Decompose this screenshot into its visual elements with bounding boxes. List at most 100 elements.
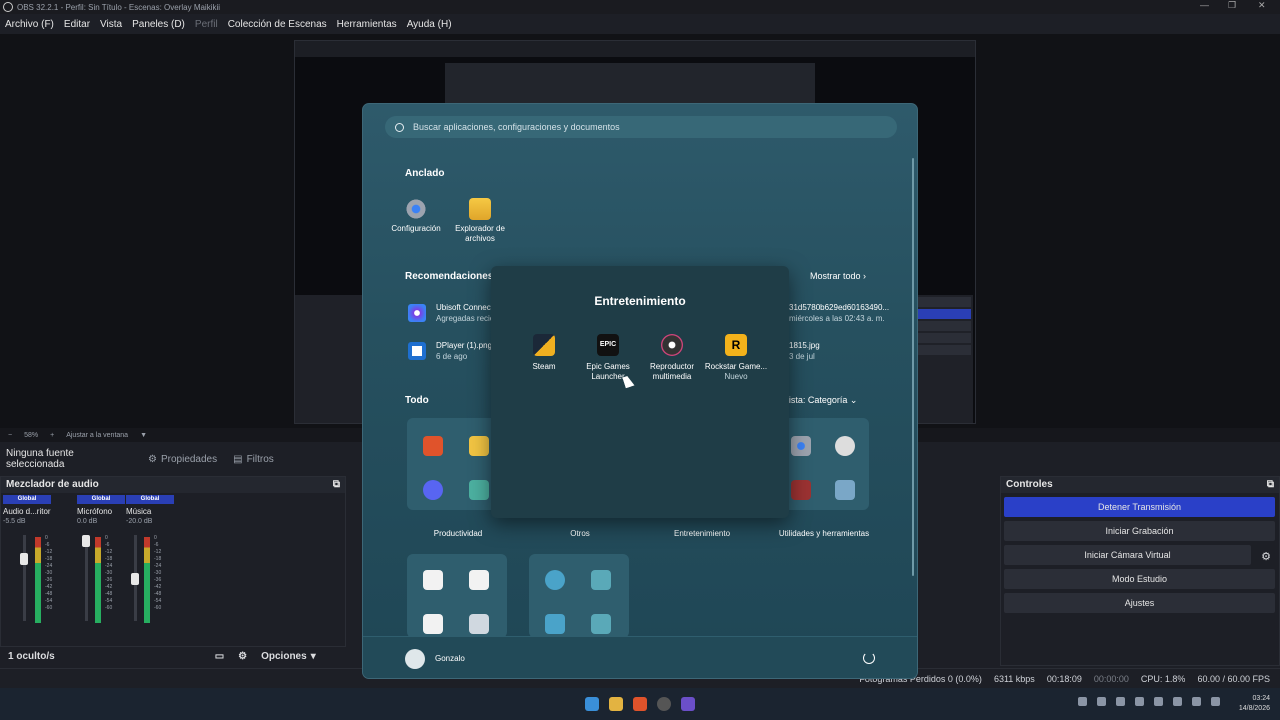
folder-title[interactable]: Entretenimiento	[491, 294, 789, 308]
brave-icon[interactable]	[633, 697, 647, 711]
all-title: Todo	[405, 395, 429, 406]
close-icon[interactable]: ✕	[1258, 0, 1266, 11]
recommended-item[interactable]: 1815.jpg 3 de jul	[789, 340, 820, 362]
volume-icon[interactable]	[1211, 697, 1220, 706]
studio-mode-button[interactable]: Modo Estudio	[1004, 569, 1275, 589]
menu-archivo[interactable]: Archivo (F)	[0, 19, 59, 30]
scale-tick: -60	[105, 605, 113, 611]
fit-window-label[interactable]: Ajustar a la ventana	[66, 432, 128, 439]
properties-button[interactable]: ⚙ Propiedades	[140, 454, 225, 465]
menu-editar[interactable]: Editar	[59, 19, 95, 30]
volume-slider[interactable]	[82, 535, 90, 621]
scale-tick: -6	[105, 542, 110, 548]
chevron-down-icon[interactable]: ▾	[311, 651, 316, 662]
volume-knob[interactable]	[20, 553, 28, 565]
scale-tick: 0	[45, 535, 48, 541]
app-icon[interactable]	[681, 697, 695, 711]
channel-name[interactable]: Música	[126, 507, 174, 516]
app-label: Steam	[532, 362, 556, 371]
zoom-out-icon[interactable]: −	[8, 432, 12, 439]
stream-time: 00:18:09	[1046, 673, 1082, 684]
mixer-title: Mezclador de audio	[6, 479, 99, 490]
category-group-java[interactable]	[407, 554, 507, 638]
chevron-down-icon[interactable]: ▼	[140, 432, 147, 439]
menu-vista[interactable]: Vista	[95, 19, 127, 30]
search-input[interactable]: Buscar aplicaciones, configuraciones y d…	[385, 116, 897, 138]
gear-icon[interactable]: ⚙	[1261, 550, 1271, 563]
app-rockstar[interactable]: R Rockstar Game... Nuevo	[703, 334, 769, 382]
recommended-title: Recomendaciones	[405, 271, 494, 282]
minimize-icon[interactable]: —	[1200, 0, 1209, 10]
mixer-footer: 1 oculto/s ▭ ⚙ Opciones ▾	[0, 646, 346, 666]
app-steam[interactable]: Steam	[511, 334, 577, 372]
scale-tick: -12	[154, 549, 162, 555]
options-button[interactable]: Opciones	[261, 651, 307, 662]
avatar[interactable]	[405, 649, 425, 669]
tray-icon[interactable]	[1154, 697, 1163, 706]
volume-knob[interactable]	[131, 573, 139, 585]
obs-logo-icon	[3, 2, 13, 12]
maximize-icon[interactable]: ❐	[1228, 0, 1236, 11]
pinned-app-settings[interactable]: Configuración	[381, 198, 451, 234]
gear-icon[interactable]: ⚙	[238, 651, 247, 662]
show-all-button[interactable]: Mostrar todo ›	[810, 271, 866, 281]
menu-herramientas[interactable]: Herramientas	[332, 19, 402, 30]
obs-icon[interactable]	[657, 697, 671, 711]
power-icon[interactable]	[863, 652, 875, 664]
wifi-icon[interactable]	[1192, 697, 1201, 706]
zoom-in-icon[interactable]: +	[50, 432, 54, 439]
undock-icon[interactable]: ⧉	[1267, 479, 1274, 491]
menu-paneles[interactable]: Paneles (D)	[127, 19, 190, 30]
channel-scope: Global	[77, 495, 125, 504]
view-by-dropdown[interactable]: Vista: Categoría ⌄	[783, 395, 857, 406]
volume-knob[interactable]	[82, 535, 90, 547]
scrollbar[interactable]	[912, 158, 914, 576]
tray-icon[interactable]	[1078, 697, 1087, 706]
tray-icon[interactable]	[1135, 697, 1144, 706]
magnifier-icon	[591, 570, 611, 590]
scale-tick: -18	[154, 556, 162, 562]
filters-button[interactable]: ▤ Filtros	[225, 454, 282, 465]
controls-panel: Controles ⧉ Detener Transmisión Iniciar G…	[1000, 476, 1280, 666]
apps-icon	[835, 480, 855, 500]
clock-time: 03:24	[1252, 695, 1270, 702]
menu-perfil[interactable]: Perfil	[190, 19, 223, 30]
channel-name[interactable]: Audio d...ritorio	[3, 507, 51, 516]
tray-icon[interactable]	[1173, 697, 1182, 706]
keyboard-icon	[591, 614, 611, 634]
tray-icon[interactable]	[1116, 697, 1125, 706]
nested-menu-bar	[295, 41, 975, 57]
search-placeholder: Buscar aplicaciones, configuraciones y d…	[413, 122, 620, 132]
volume-slider[interactable]	[20, 535, 28, 621]
clock[interactable]: 03:24 14/8/2026	[1239, 694, 1270, 714]
start-recording-button[interactable]: Iniciar Grabación	[1004, 521, 1275, 541]
folder-icon	[469, 436, 489, 456]
app-media-player[interactable]: Reproductor multimedia	[639, 334, 705, 382]
category-group-access[interactable]	[529, 554, 629, 638]
tray-icon[interactable]	[1097, 697, 1106, 706]
menu-bar: Archivo (F) Editar Vista Paneles (D) Per…	[0, 14, 1280, 34]
settings-button[interactable]: Ajustes	[1004, 593, 1275, 613]
nested-mixer	[295, 295, 363, 423]
start-menu: Buscar aplicaciones, configuraciones y d…	[362, 103, 918, 679]
pinned-app-explorer[interactable]: Explorador de archivos	[445, 198, 515, 244]
scale-tick: -48	[154, 591, 162, 597]
folder-icon[interactable]	[609, 697, 623, 711]
scale-tick: -30	[105, 570, 113, 576]
channel-db: 0.0 dB	[77, 518, 98, 525]
undock-icon[interactable]: ⧉	[333, 479, 340, 491]
channel-name[interactable]: Micrófono	[77, 507, 125, 516]
start-icon[interactable]	[585, 697, 599, 711]
user-name[interactable]: Gonzalo	[435, 654, 465, 663]
epic-games-icon: EPIC	[597, 334, 619, 356]
level-meter	[144, 537, 150, 623]
apps-icon	[469, 480, 489, 500]
volume-slider[interactable]	[131, 535, 139, 621]
menu-ayuda[interactable]: Ayuda (H)	[402, 19, 457, 30]
recommended-item[interactable]: 31d5780b629ed60163490... miércoles a las…	[789, 302, 899, 324]
stop-stream-button[interactable]: Detener Transmisión	[1004, 497, 1275, 517]
menu-coleccion[interactable]: Colección de Escenas	[223, 19, 332, 30]
recommended-item[interactable]: DPlayer (1).png 6 de ago	[408, 340, 492, 362]
virtual-camera-button[interactable]: Iniciar Cámara Virtual	[1004, 545, 1251, 565]
layout-icon[interactable]: ▭	[215, 651, 224, 662]
